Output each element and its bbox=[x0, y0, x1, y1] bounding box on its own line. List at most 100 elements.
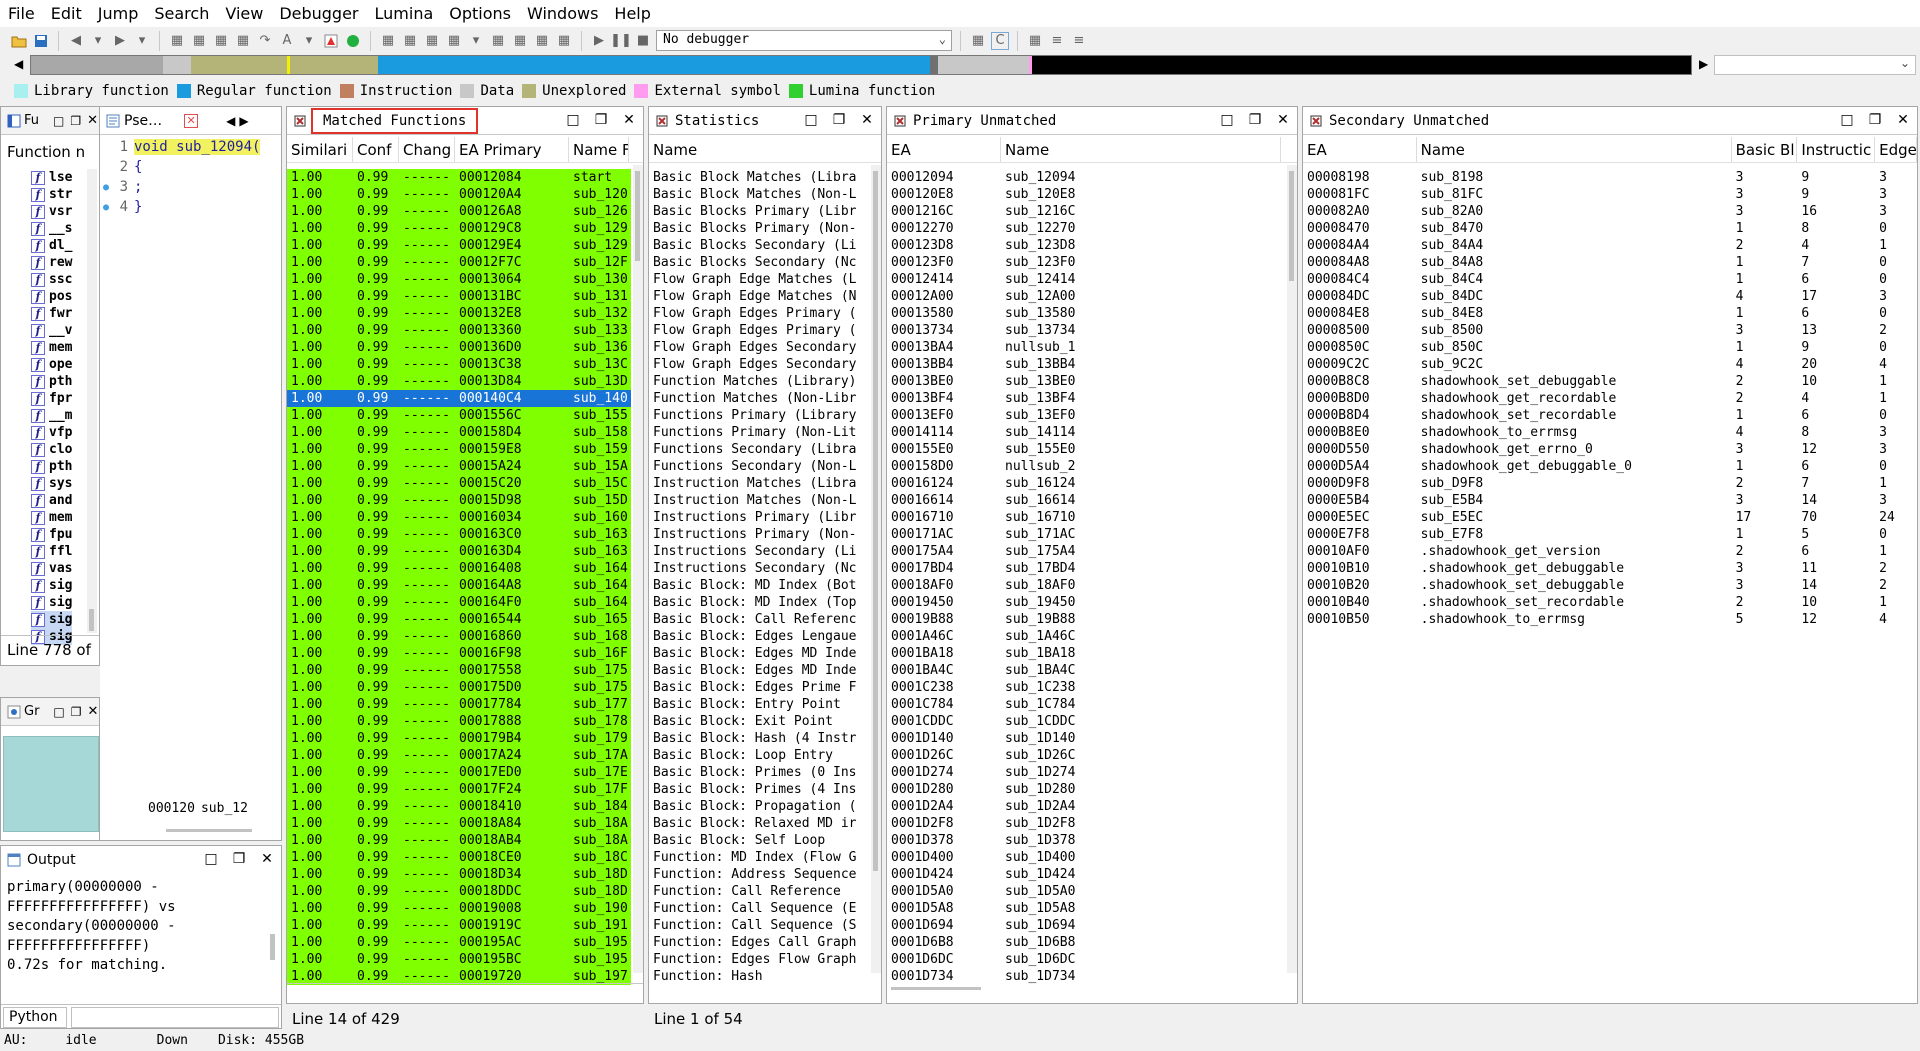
table-row[interactable]: 0001D694 sub_1D694 bbox=[887, 917, 1285, 934]
close-icon[interactable]: ✕ bbox=[621, 112, 637, 128]
enum-icon[interactable]: ▦ bbox=[234, 32, 252, 50]
table-row[interactable]: 00010B10 .shadowhook_get_debuggable 3 11 2 bbox=[1303, 560, 1917, 577]
table-row[interactable]: 1.00 0.99 ------ 000129C8 sub_129 bbox=[287, 220, 631, 237]
function-list-item[interactable]: f ssc bbox=[31, 271, 72, 288]
table-row[interactable]: 1.00 0.99 ------ 00017784 sub_177 bbox=[287, 696, 631, 713]
table-row[interactable]: 000123D8 sub_123D8 bbox=[887, 237, 1285, 254]
menu-windows[interactable]: Windows bbox=[519, 0, 606, 27]
menu-options[interactable]: Options bbox=[441, 0, 519, 27]
table-row[interactable]: 0001CDDC sub_1CDDC bbox=[887, 713, 1285, 730]
table-row[interactable]: Instructions Secondary (Li bbox=[649, 543, 869, 560]
function-list-item[interactable]: f vfp bbox=[31, 424, 72, 441]
table-row[interactable]: 1.00 0.99 ------ 000159E8 sub_159 bbox=[287, 441, 631, 458]
table-row[interactable]: 00010AF0 .shadowhook_get_version 2 6 1 bbox=[1303, 543, 1917, 560]
table-row[interactable]: 1.00 0.99 ------ 000195AC sub_195 bbox=[287, 934, 631, 951]
matched-header-2[interactable]: Chang bbox=[399, 137, 455, 162]
table-row[interactable]: 0001D5A8 sub_1D5A8 bbox=[887, 900, 1285, 917]
graph-red-icon[interactable] bbox=[322, 32, 340, 50]
table-row[interactable]: 00008470 sub_8470 1 8 0 bbox=[1303, 220, 1917, 237]
table-row[interactable]: Basic Block: Entry Point bbox=[649, 696, 869, 713]
table-row[interactable]: 1.00 0.99 ------ 00013360 sub_133 bbox=[287, 322, 631, 339]
table-row[interactable]: 000084E8 sub_84E8 1 6 0 bbox=[1303, 305, 1917, 322]
table-row[interactable]: 0001D140 sub_1D140 bbox=[887, 730, 1285, 747]
table-row[interactable]: 1.00 0.99 ------ 00017558 sub_175 bbox=[287, 662, 631, 679]
table-row[interactable]: 0001D280 sub_1D280 bbox=[887, 781, 1285, 798]
pseudocode-line[interactable]: ● 4} bbox=[100, 197, 260, 217]
table-row[interactable]: Basic Block: Self Loop bbox=[649, 832, 869, 849]
table-row[interactable]: 0000E5EC sub_E5EC 17 70 24 bbox=[1303, 509, 1917, 526]
scrollbar-thumb[interactable] bbox=[1289, 171, 1294, 281]
primary_unmatched-header-0[interactable]: EA bbox=[887, 137, 1001, 162]
debugger-select[interactable]: No debugger ⌄ bbox=[656, 30, 952, 51]
function-list-item[interactable]: f vas bbox=[31, 560, 72, 577]
table-row[interactable]: 1.00 0.99 ------ 0001556C sub_155 bbox=[287, 407, 631, 424]
stop-icon[interactable]: ■ bbox=[634, 32, 652, 50]
table-row[interactable]: 0001C238 sub_1C238 bbox=[887, 679, 1285, 696]
statistics-title[interactable]: Statistics □ ❐ ✕ bbox=[649, 107, 881, 135]
secondary_unmatched-header-2[interactable]: Basic Bl bbox=[1732, 137, 1798, 162]
dropdown-icon[interactable]: ▾ bbox=[300, 32, 318, 50]
table-row[interactable]: 0000D550 shadowhook_get_errno_0 3 12 3 bbox=[1303, 441, 1917, 458]
table-row[interactable]: Basic Block: Relaxed MD ir bbox=[649, 815, 869, 832]
open-folder-icon[interactable] bbox=[10, 32, 28, 50]
text-icon[interactable]: A bbox=[278, 32, 296, 50]
navigation-band[interactable] bbox=[30, 55, 1692, 75]
table-row[interactable]: Basic Block: Propagation ( bbox=[649, 798, 869, 815]
table-row[interactable]: 000084A4 sub_84A4 2 4 1 bbox=[1303, 237, 1917, 254]
table-row[interactable]: 1.00 0.99 ------ 000163C0 sub_163 bbox=[287, 526, 631, 543]
primary-unmatched-title[interactable]: Primary Unmatched □ ❐ ✕ bbox=[887, 107, 1297, 135]
view-icon[interactable]: ▦ bbox=[445, 32, 463, 50]
pseudocode-line[interactable]: 2{ bbox=[100, 157, 260, 177]
table-row[interactable]: 00013BF4 sub_13BF4 bbox=[887, 390, 1285, 407]
table-row[interactable]: 000123F0 sub_123F0 bbox=[887, 254, 1285, 271]
table-row[interactable]: 1.00 0.99 ------ 00018CE0 sub_18C bbox=[287, 849, 631, 866]
table-row[interactable]: 1.00 0.99 ------ 00015D98 sub_15D bbox=[287, 492, 631, 509]
table-row[interactable]: 1.00 0.99 ------ 000129E4 sub_129 bbox=[287, 237, 631, 254]
table-row[interactable]: 0001D26C sub_1D26C bbox=[887, 747, 1285, 764]
table-row[interactable]: 00013BE0 sub_13BE0 bbox=[887, 373, 1285, 390]
table-row[interactable]: 000158D0 nullsub_2 bbox=[887, 458, 1285, 475]
pause-icon[interactable]: ❚❚ bbox=[610, 32, 632, 50]
function-list-item[interactable]: f sig bbox=[31, 594, 72, 611]
table-row[interactable]: Function: MD Index (Flow G bbox=[649, 849, 869, 866]
table-row[interactable]: 1.00 0.99 ------ 00017F24 sub_17F bbox=[287, 781, 631, 798]
menu-help[interactable]: Help bbox=[606, 0, 658, 27]
secondary_unmatched-header-0[interactable]: EA bbox=[1303, 137, 1417, 162]
table-row[interactable]: 00016124 sub_16124 bbox=[887, 475, 1285, 492]
table-row[interactable]: 1.00 0.99 ------ 00018A84 sub_18A bbox=[287, 815, 631, 832]
table-row[interactable]: 1.00 0.99 ------ 00017888 sub_178 bbox=[287, 713, 631, 730]
table-row[interactable]: Flow Graph Edges Secondary bbox=[649, 356, 869, 373]
table-row[interactable]: 000171AC sub_171AC bbox=[887, 526, 1285, 543]
table-row[interactable]: Flow Graph Edges Primary ( bbox=[649, 305, 869, 322]
secondary_unmatched-header-3[interactable]: Instructic bbox=[1797, 137, 1876, 162]
pseudocode-panel-title[interactable]: Pse… ✕ ◀ ▶ bbox=[100, 107, 281, 135]
close-tab-icon[interactable]: ✕ bbox=[184, 113, 199, 128]
scroll-left-icon[interactable]: ◀ bbox=[14, 57, 23, 71]
table-row[interactable]: 1.00 0.99 ------ 00018AB4 sub_18A bbox=[287, 832, 631, 849]
scrollbar-thumb[interactable] bbox=[873, 171, 878, 871]
table-row[interactable]: 00012094 sub_12094 bbox=[887, 169, 1285, 186]
function-list-item[interactable]: f pos bbox=[31, 288, 72, 305]
table-row[interactable]: 1.00 0.99 ------ 00018410 sub_184 bbox=[287, 798, 631, 815]
list-icon[interactable]: ≡ bbox=[1070, 32, 1088, 50]
function-list-item[interactable]: f sig bbox=[31, 611, 73, 628]
table-row[interactable]: 0001A46C sub_1A46C bbox=[887, 628, 1285, 645]
graph-overview-canvas[interactable] bbox=[3, 736, 99, 832]
statistics-tab[interactable]: Statistics bbox=[675, 113, 759, 129]
pseudocode-hscroll-thumb[interactable] bbox=[166, 829, 252, 832]
table-row[interactable]: 00018AF0 sub_18AF0 bbox=[887, 577, 1285, 594]
table-row[interactable]: 00016710 sub_16710 bbox=[887, 509, 1285, 526]
table-row[interactable]: Function: Edges Call Graph bbox=[649, 934, 869, 951]
table-row[interactable]: 1.00 0.99 ------ 000131BC sub_131 bbox=[287, 288, 631, 305]
scrollbar-thumb[interactable] bbox=[89, 609, 94, 631]
table-row[interactable]: 00014114 sub_14114 bbox=[887, 424, 1285, 441]
table-row[interactable]: Basic Blocks Primary (Libr bbox=[649, 203, 869, 220]
secondary-unmatched-title[interactable]: Secondary Unmatched □ ❐ ✕ bbox=[1303, 107, 1917, 135]
table-row[interactable]: 0001D6B8 sub_1D6B8 bbox=[887, 934, 1285, 951]
function-name-header[interactable]: Function n bbox=[7, 143, 85, 161]
maximize-icon[interactable]: □ bbox=[1219, 112, 1235, 128]
save-icon[interactable] bbox=[32, 32, 50, 50]
function-list-item[interactable]: f vsr bbox=[31, 203, 72, 220]
maximize-icon[interactable]: □ bbox=[203, 851, 219, 867]
table-row[interactable]: 000120E8 sub_120E8 bbox=[887, 186, 1285, 203]
